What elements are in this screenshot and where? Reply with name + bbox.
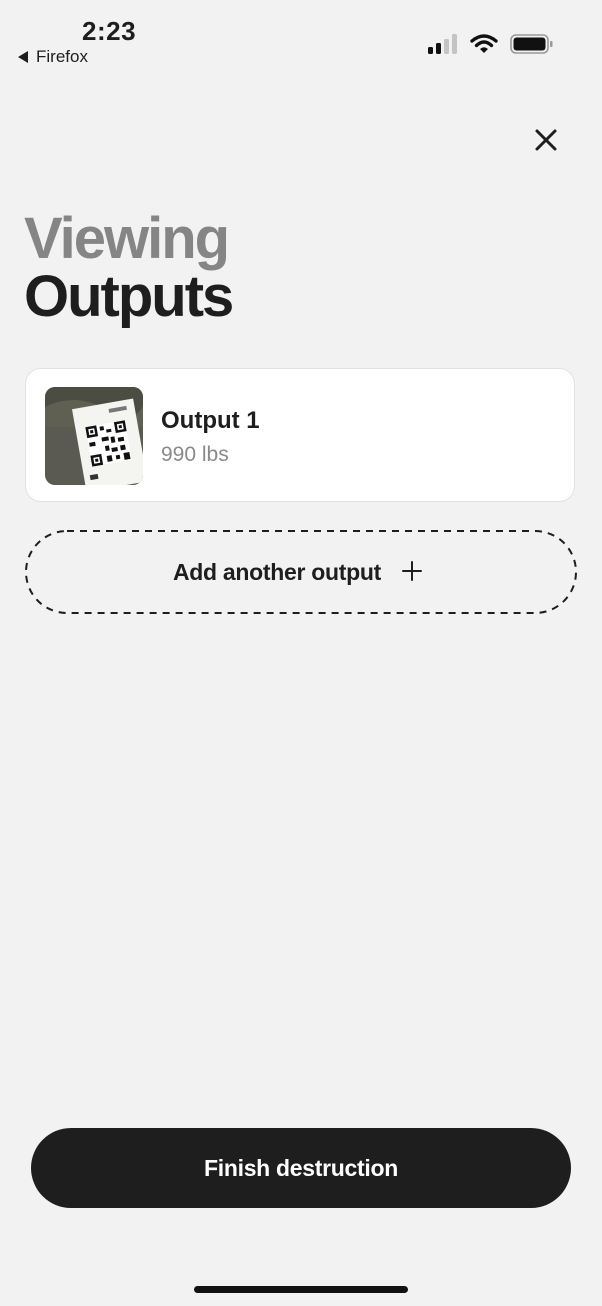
back-app-label: Firefox [36, 47, 88, 66]
add-output-button[interactable]: Add another output [25, 530, 577, 614]
back-triangle-icon [18, 51, 28, 63]
close-button[interactable] [528, 122, 564, 158]
battery-icon [510, 34, 553, 54]
signal-icon [428, 34, 457, 54]
close-icon [535, 129, 557, 151]
status-time: 2:23 [82, 16, 137, 46]
output-thumbnail [45, 387, 143, 485]
status-indicators [428, 33, 554, 55]
add-output-label: Add another output [173, 559, 381, 585]
home-indicator[interactable] [194, 1286, 408, 1293]
output-weight: 990 lbs [161, 443, 229, 466]
plus-icon [402, 561, 422, 581]
output-name: Output 1 [161, 407, 260, 434]
finish-destruction-button[interactable]: Finish destruction [31, 1128, 571, 1208]
wifi-icon [470, 34, 498, 53]
page-title: Outputs [24, 264, 234, 329]
back-to-app-link[interactable]: Firefox [18, 47, 88, 67]
page-title-prefix: Viewing [24, 206, 230, 271]
output-card[interactable]: Output 1 990 lbs [25, 368, 575, 502]
